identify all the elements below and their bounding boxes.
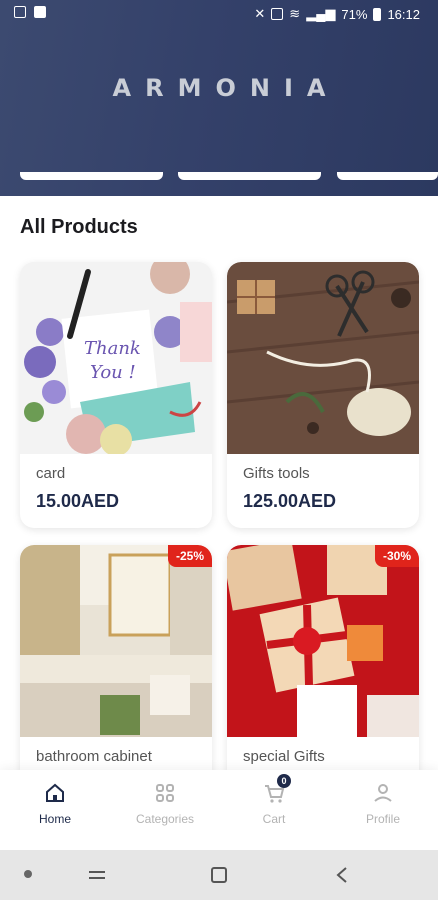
nav-home[interactable]: Home <box>0 782 110 826</box>
home-button[interactable] <box>208 864 230 886</box>
status-bar: ✕ ≋ ▂▄▆ 71% 16:12 <box>0 0 438 30</box>
grid-icon <box>154 782 176 804</box>
nav-label: Categories <box>135 812 195 826</box>
svg-text:Thank: Thank <box>84 338 141 359</box>
product-card[interactable]: Thank You ! card 15.00AED <box>20 262 212 528</box>
discount-badge: -30% <box>374 545 419 567</box>
product-card[interactable]: Gifts tools 125.00AED <box>227 262 419 528</box>
alarm-icon <box>271 8 284 20</box>
product-image: -30% <box>227 545 419 737</box>
battery-level: 71% <box>341 6 368 22</box>
product-price: 125.00AED <box>243 491 337 511</box>
product-image: Thank You ! <box>20 262 212 454</box>
product-name: card <box>36 465 66 482</box>
back-button[interactable] <box>332 864 354 886</box>
notification-icon <box>14 6 26 18</box>
clock: 16:12 <box>387 6 420 22</box>
dot-icon <box>24 870 32 878</box>
nav-label: Cart <box>262 812 286 826</box>
nav-label: Profile <box>365 812 400 826</box>
system-navigation-bar <box>0 850 438 900</box>
battery-icon <box>373 7 382 21</box>
home-icon <box>44 782 66 804</box>
cart-count-badge: 0 <box>277 774 291 788</box>
wifi-icon: ≋ <box>289 6 301 21</box>
nav-profile[interactable]: Profile <box>328 782 438 826</box>
product-image: -25% <box>20 545 212 737</box>
discount-badge: -25% <box>167 545 212 567</box>
bottom-navigation: Home Categories 0 Cart Profile <box>0 770 438 850</box>
svg-text:You !: You ! <box>90 362 136 383</box>
product-image <box>227 262 419 454</box>
product-price: 15.00AED <box>36 491 120 511</box>
category-tab[interactable] <box>178 172 321 180</box>
product-card[interactable]: -30% special Gifts <box>227 545 419 785</box>
nav-label: Home <box>38 812 71 826</box>
cart-icon: 0 <box>263 774 291 804</box>
user-icon <box>372 782 394 804</box>
app-header: ✕ ≋ ▂▄▆ 71% 16:12 ARMONIA <box>0 0 438 196</box>
mute-icon: ✕ <box>254 6 266 21</box>
category-tab[interactable] <box>337 172 438 180</box>
product-name: bathroom cabinet <box>36 748 152 765</box>
signal-icon: ▂▄▆ <box>306 6 336 21</box>
brand-logo: ARMONIA <box>112 74 340 102</box>
nav-cart[interactable]: 0 Cart <box>219 774 329 826</box>
nav-categories[interactable]: Categories <box>110 782 220 826</box>
product-card[interactable]: -25% bathroom cabinet <box>20 545 212 785</box>
recent-apps-button[interactable] <box>86 864 108 886</box>
image-icon <box>34 6 46 18</box>
product-name: special Gifts <box>243 748 325 765</box>
category-tab[interactable] <box>20 172 163 180</box>
section-title: All Products <box>20 216 138 238</box>
product-name: Gifts tools <box>243 465 310 482</box>
